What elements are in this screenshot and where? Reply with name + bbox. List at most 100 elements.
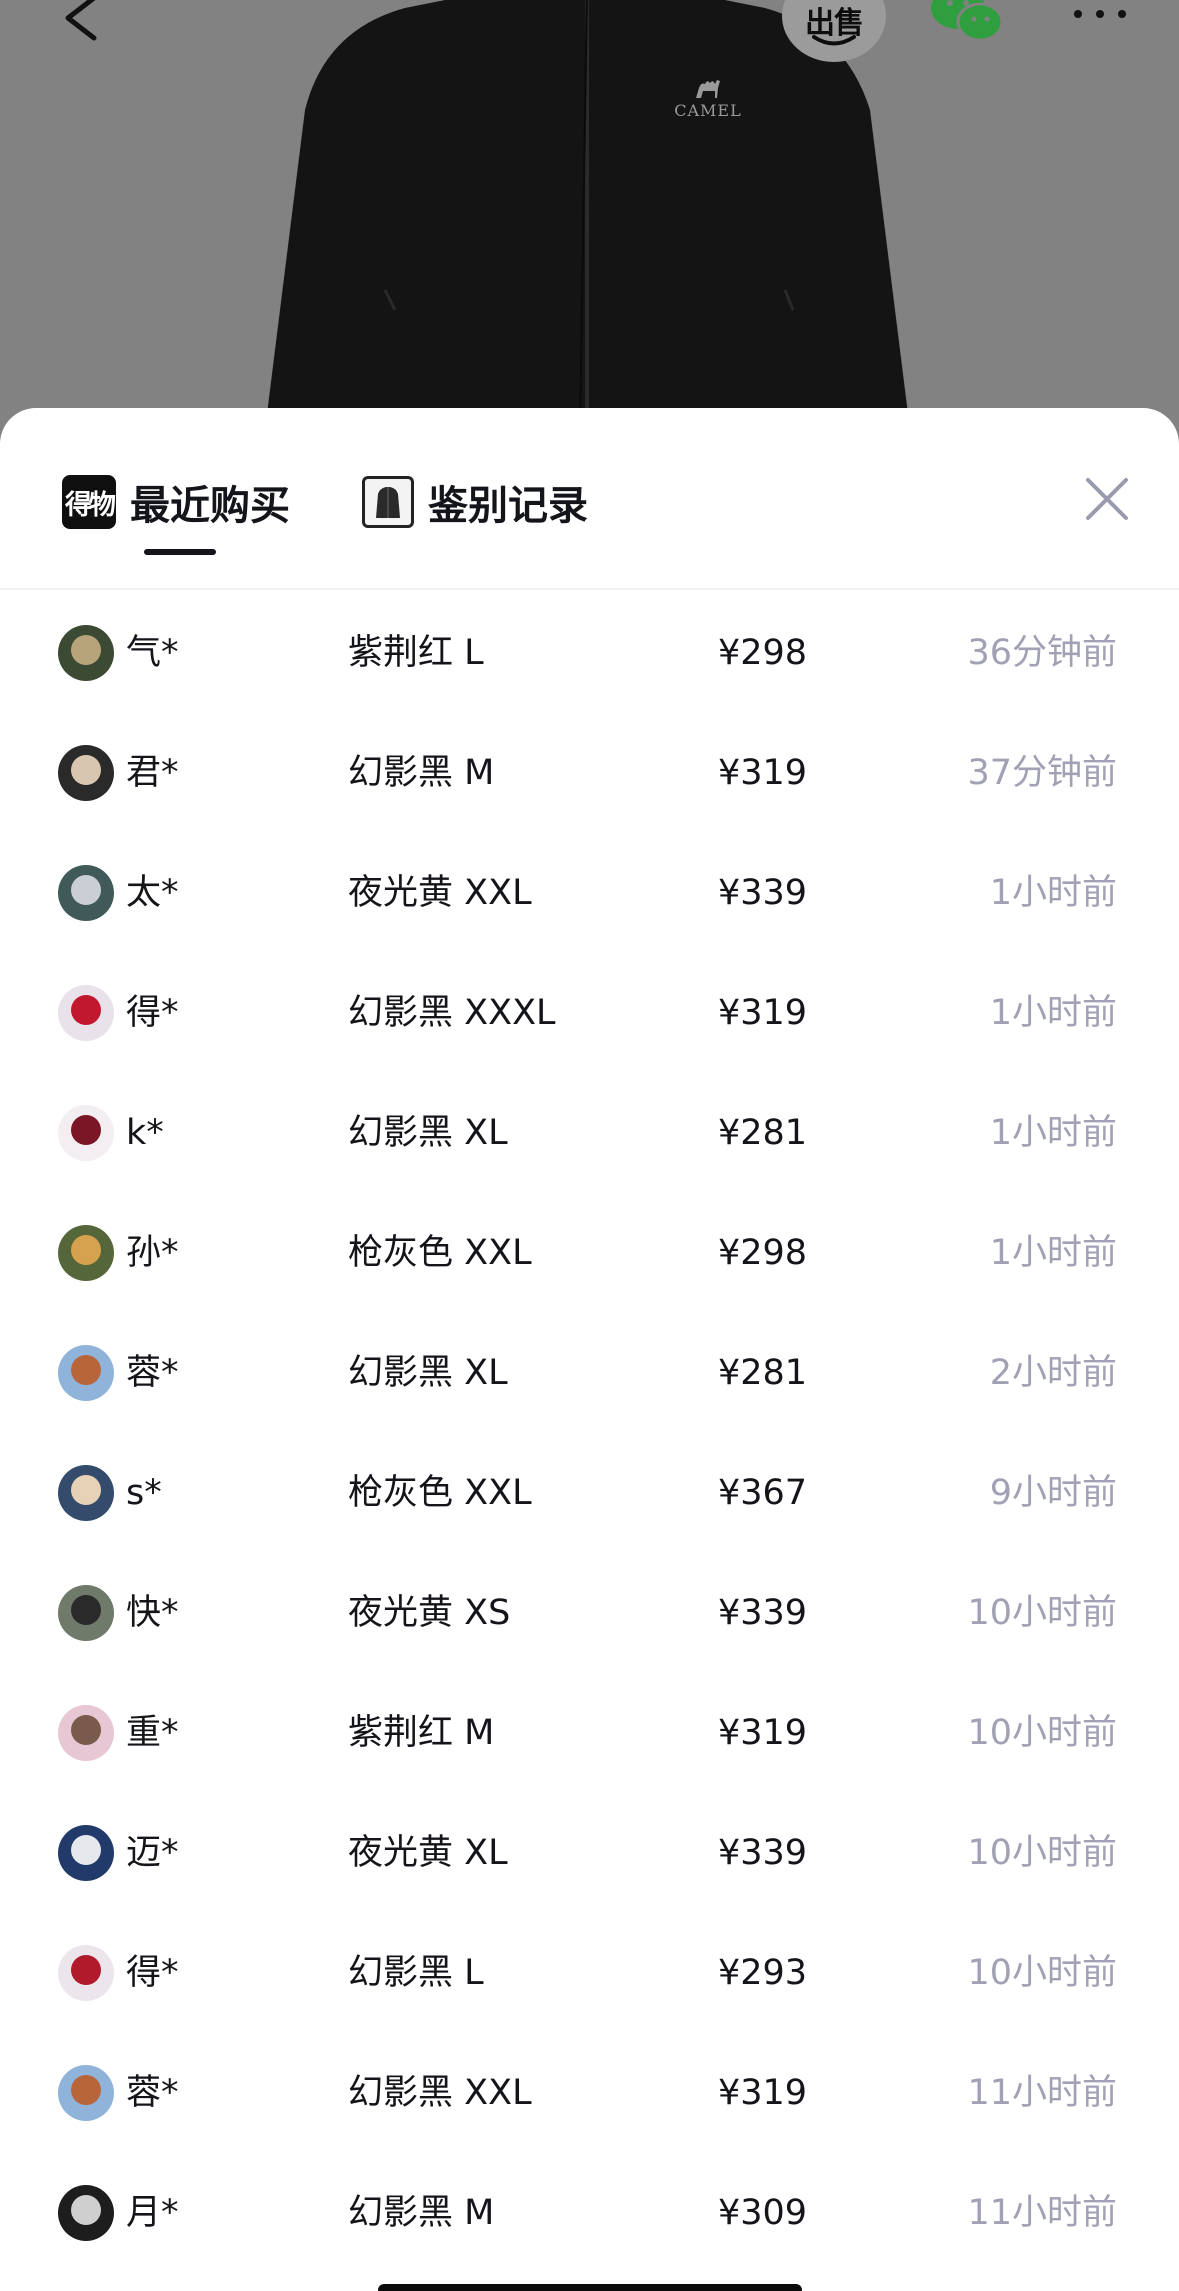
purchase-price: ¥281 — [718, 1113, 808, 1153]
purchase-price: ¥339 — [718, 1593, 808, 1633]
purchase-row: 迈* 夜光黄 XL ¥339 10小时前 — [0, 1790, 1179, 1910]
avatar[interactable] — [58, 1945, 114, 2001]
purchase-row: 气* 紫荆红 L ¥298 36分钟前 — [0, 590, 1179, 710]
avatar[interactable] — [58, 1345, 114, 1401]
purchase-row: 君* 幻影黑 M ¥319 37分钟前 — [0, 710, 1179, 830]
item-spec: 幻影黑 XXXL — [348, 993, 556, 1033]
buyer-name: 君* — [126, 753, 179, 793]
buyer-name: 迈* — [126, 1833, 179, 1873]
purchase-price: ¥319 — [718, 753, 808, 793]
item-spec: 紫荆红 L — [348, 633, 484, 673]
purchase-time: 10小时前 — [967, 1713, 1117, 1753]
purchase-time: 10小时前 — [967, 1593, 1117, 1633]
jacket-thumbnail-icon — [362, 476, 414, 528]
purchase-price: ¥319 — [718, 1713, 808, 1753]
purchase-price: ¥319 — [718, 2073, 808, 2113]
buyer-name: 气* — [126, 633, 179, 673]
jacket-image — [265, 0, 910, 430]
purchase-row: 太* 夜光黄 XXL ¥339 1小时前 — [0, 830, 1179, 950]
sheet-header: 得物 最近购买 鉴别记录 — [0, 408, 1179, 590]
buyer-name: 重* — [126, 1713, 179, 1753]
more-dots-icon[interactable] — [1070, 4, 1130, 24]
active-tab-indicator — [144, 549, 216, 555]
buyer-name: 蓉* — [126, 1353, 179, 1393]
avatar[interactable] — [58, 1705, 114, 1761]
avatar[interactable] — [58, 1225, 114, 1281]
purchase-price: ¥339 — [718, 873, 808, 913]
item-spec: 夜光黄 XL — [348, 1833, 508, 1873]
chevron-left-icon[interactable] — [58, 0, 108, 44]
avatar[interactable] — [58, 985, 114, 1041]
buyer-name: k* — [126, 1113, 164, 1153]
purchase-time: 2小时前 — [989, 1353, 1117, 1393]
purchase-time: 11小时前 — [967, 2193, 1117, 2233]
purchase-time: 10小时前 — [967, 1833, 1117, 1873]
tab-recent-purchases[interactable]: 得物 最近购买 — [62, 472, 290, 532]
buyer-name: 快* — [126, 1593, 179, 1633]
purchase-row: s* 枪灰色 XXL ¥367 9小时前 — [0, 1430, 1179, 1550]
avatar[interactable] — [58, 625, 114, 681]
item-spec: 夜光黄 XS — [348, 1593, 511, 1633]
buyer-name: s* — [126, 1473, 162, 1513]
purchase-time: 1小时前 — [989, 873, 1117, 913]
avatar[interactable] — [58, 1585, 114, 1641]
dewu-logo-icon: 得物 — [62, 475, 116, 529]
avatar[interactable] — [58, 2185, 114, 2241]
purchase-time: 10小时前 — [967, 1953, 1117, 1993]
purchase-row: 得* 幻影黑 L ¥293 10小时前 — [0, 1910, 1179, 2030]
recent-purchases-sheet: 得物 最近购买 鉴别记录 气* 紫荆红 L ¥298 36分钟前君* 幻影黑 M ¥319… — [0, 408, 1179, 2291]
purchase-row: 快* 夜光黄 XS ¥339 10小时前 — [0, 1550, 1179, 1670]
item-spec: 幻影黑 M — [348, 2193, 495, 2233]
avatar[interactable] — [58, 1105, 114, 1161]
buyer-name: 太* — [126, 873, 179, 913]
product-image-area: CAMEL 出售 — [0, 0, 1179, 440]
purchase-time: 1小时前 — [989, 1233, 1117, 1273]
purchase-time: 11小时前 — [967, 2073, 1117, 2113]
purchase-row: 重* 紫荆红 M ¥319 10小时前 — [0, 1670, 1179, 1790]
buyer-name: 月* — [126, 2193, 179, 2233]
buyer-name: 得* — [126, 1953, 179, 1993]
wechat-icon[interactable] — [930, 0, 1004, 42]
purchase-row: 蓉* 幻影黑 XL ¥281 2小时前 — [0, 1310, 1179, 1430]
buyer-name: 得* — [126, 993, 179, 1033]
purchase-price: ¥298 — [718, 633, 808, 673]
purchase-time: 37分钟前 — [967, 753, 1117, 793]
item-spec: 幻影黑 XL — [348, 1353, 508, 1393]
buyer-name: 孙* — [126, 1233, 179, 1273]
camel-icon — [696, 80, 720, 98]
purchase-price: ¥367 — [718, 1473, 808, 1513]
purchase-price: ¥293 — [718, 1953, 808, 1993]
close-icon[interactable] — [1084, 476, 1130, 522]
item-spec: 幻影黑 L — [348, 1953, 484, 1993]
tab-authentication-records[interactable]: 鉴别记录 — [362, 472, 588, 532]
purchase-price: ¥339 — [718, 1833, 808, 1873]
purchase-price: ¥298 — [718, 1233, 808, 1273]
item-spec: 夜光黄 XXL — [348, 873, 532, 913]
purchase-row: 孙* 枪灰色 XXL ¥298 1小时前 — [0, 1190, 1179, 1310]
avatar[interactable] — [58, 865, 114, 921]
item-spec: 幻影黑 XXL — [348, 2073, 532, 2113]
purchase-row: 月* 幻影黑 M ¥309 11小时前 — [0, 2150, 1179, 2270]
avatar[interactable] — [58, 1465, 114, 1521]
purchase-list: 气* 紫荆红 L ¥298 36分钟前君* 幻影黑 M ¥319 37分钟前太* 夜光黄 XX… — [0, 590, 1179, 2270]
tab-label: 鉴别记录 — [428, 483, 588, 529]
item-spec: 枪灰色 XXL — [348, 1233, 532, 1273]
avatar[interactable] — [58, 2065, 114, 2121]
home-indicator — [378, 2284, 802, 2291]
item-spec: 紫荆红 M — [348, 1713, 495, 1753]
tab-label: 最近购买 — [130, 483, 290, 529]
purchase-row: 蓉* 幻影黑 XXL ¥319 11小时前 — [0, 2030, 1179, 2150]
avatar[interactable] — [58, 745, 114, 801]
item-spec: 枪灰色 XXL — [348, 1473, 532, 1513]
purchase-time: 1小时前 — [989, 1113, 1117, 1153]
avatar[interactable] — [58, 1825, 114, 1881]
buyer-name: 蓉* — [126, 2073, 179, 2113]
purchase-row: k* 幻影黑 XL ¥281 1小时前 — [0, 1070, 1179, 1190]
purchase-time: 9小时前 — [989, 1473, 1117, 1513]
purchase-time: 36分钟前 — [967, 633, 1117, 673]
smile-icon — [812, 35, 856, 46]
purchase-price: ¥309 — [718, 2193, 808, 2233]
brand-name: CAMEL — [674, 101, 742, 120]
purchase-price: ¥281 — [718, 1353, 808, 1393]
brand-logo: CAMEL — [668, 76, 748, 122]
